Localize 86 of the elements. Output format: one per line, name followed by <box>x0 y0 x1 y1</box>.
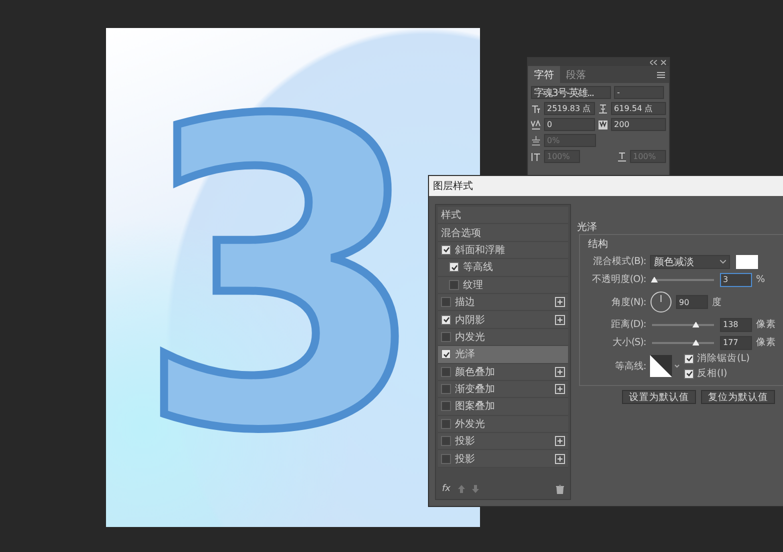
field-label: 不透明度(O): <box>590 273 646 286</box>
checkbox[interactable] <box>441 418 451 429</box>
style-list-item[interactable]: 外发光 <box>438 416 568 434</box>
caret-icon <box>720 260 726 264</box>
group-title: 结构 <box>588 238 609 251</box>
checkbox[interactable] <box>441 297 451 308</box>
tracking-icon <box>598 120 608 130</box>
angle-input[interactable]: 90 <box>676 295 708 309</box>
plus-icon[interactable] <box>555 436 565 446</box>
plus-icon[interactable] <box>555 314 565 325</box>
contour-preview[interactable] <box>650 355 680 377</box>
checkbox[interactable] <box>449 262 459 272</box>
vertical-scale-icon <box>531 152 541 162</box>
style-list-item[interactable]: 内阴影 <box>438 311 568 329</box>
panel-tab[interactable]: 字符 <box>528 66 560 83</box>
default-button[interactable]: 设置为默认值 <box>622 390 696 404</box>
slider-thumb[interactable] <box>692 322 700 328</box>
artwork-number: 3 <box>136 48 428 510</box>
leading-icon <box>598 104 608 114</box>
checkbox[interactable] <box>449 280 459 290</box>
fx-button[interactable]: fx <box>442 484 450 494</box>
style-list-item[interactable]: 样式 <box>438 207 568 224</box>
checkbox[interactable] <box>441 366 451 377</box>
slider-thumb[interactable] <box>650 276 658 282</box>
blend-mode-select[interactable]: 颜色减淡 <box>650 254 730 268</box>
checkbox-label: 反相(I) <box>697 367 728 380</box>
font-style-field[interactable]: - <box>614 86 664 99</box>
unit-label: 像素 <box>756 336 776 349</box>
leading-field[interactable]: 619.54 点 <box>611 102 666 115</box>
font-size-field[interactable]: 2519.83 点 <box>544 102 596 115</box>
checkbox[interactable] <box>684 354 694 364</box>
style-list-item[interactable]: 等高线 <box>438 259 568 277</box>
checkbox[interactable] <box>441 244 451 255</box>
color-swatch[interactable] <box>736 254 758 268</box>
angle-dial[interactable] <box>650 291 672 313</box>
trash-icon[interactable] <box>556 484 564 494</box>
style-list-item[interactable]: 图案叠加 <box>438 398 568 416</box>
section-title: 光泽 <box>577 220 598 234</box>
checkbox[interactable] <box>441 454 451 464</box>
field-label: 等高线: <box>614 360 646 372</box>
kerning-icon <box>531 120 541 130</box>
style-list-item[interactable]: 颜色叠加 <box>438 364 568 381</box>
checkbox[interactable] <box>441 384 451 394</box>
plus-icon[interactable] <box>555 297 565 308</box>
style-list-item[interactable]: 投影 <box>438 450 568 468</box>
style-list-item[interactable]: 描边 <box>438 294 568 312</box>
checkbox[interactable] <box>441 401 451 412</box>
plus-icon[interactable] <box>555 384 565 394</box>
slider-thumb[interactable] <box>692 340 700 346</box>
unit-label: 像素 <box>756 318 776 331</box>
field-label: 角度(N): <box>610 296 646 308</box>
kerning-field[interactable]: 0 <box>544 118 596 131</box>
distance-input[interactable]: 138 <box>720 318 752 332</box>
style-list-item[interactable]: 纹理 <box>438 276 568 294</box>
checkbox[interactable] <box>441 436 451 446</box>
style-list-item[interactable]: 混合选项 <box>438 224 568 242</box>
font-size-icon <box>531 104 541 114</box>
size-input[interactable]: 177 <box>720 336 752 350</box>
style-list-item[interactable]: 光泽 <box>438 346 568 364</box>
checkbox[interactable] <box>684 368 694 378</box>
collapse-icon[interactable] <box>650 60 657 64</box>
style-list-item[interactable]: 投影 <box>438 433 568 450</box>
font-family-field[interactable]: 字魂3号-英雄... <box>531 86 611 99</box>
plus-icon[interactable] <box>555 454 565 464</box>
default-button[interactable]: 复位为默认值 <box>701 390 775 404</box>
style-list-item[interactable]: 斜面和浮雕 <box>438 242 568 260</box>
tracking-field[interactable]: 200 <box>611 118 666 131</box>
style-list-item[interactable]: 渐变叠加 <box>438 380 568 398</box>
field-label: 混合模式(B): <box>592 255 646 268</box>
plus-icon[interactable] <box>555 366 565 377</box>
checkbox[interactable] <box>441 349 451 360</box>
checkbox[interactable] <box>441 314 451 325</box>
close-icon[interactable] <box>661 60 666 64</box>
field-label: 距离(D): <box>610 318 646 331</box>
unit-label: 度 <box>712 296 722 308</box>
dialog-title: 图层样式 <box>433 180 473 193</box>
panel-tab[interactable]: 段落 <box>560 66 592 83</box>
field-label: 大小(S): <box>611 336 646 349</box>
horizontal-scale-icon <box>617 152 627 162</box>
menu-icon[interactable] <box>657 72 665 78</box>
tsume-icon <box>531 136 541 146</box>
checkbox-label: 消除锯齿(L) <box>697 352 750 365</box>
checkbox[interactable] <box>441 332 451 342</box>
unit-label: % <box>756 274 766 285</box>
opacity-input[interactable]: 3 <box>720 272 752 286</box>
style-list-item[interactable]: 内发光 <box>438 328 568 346</box>
